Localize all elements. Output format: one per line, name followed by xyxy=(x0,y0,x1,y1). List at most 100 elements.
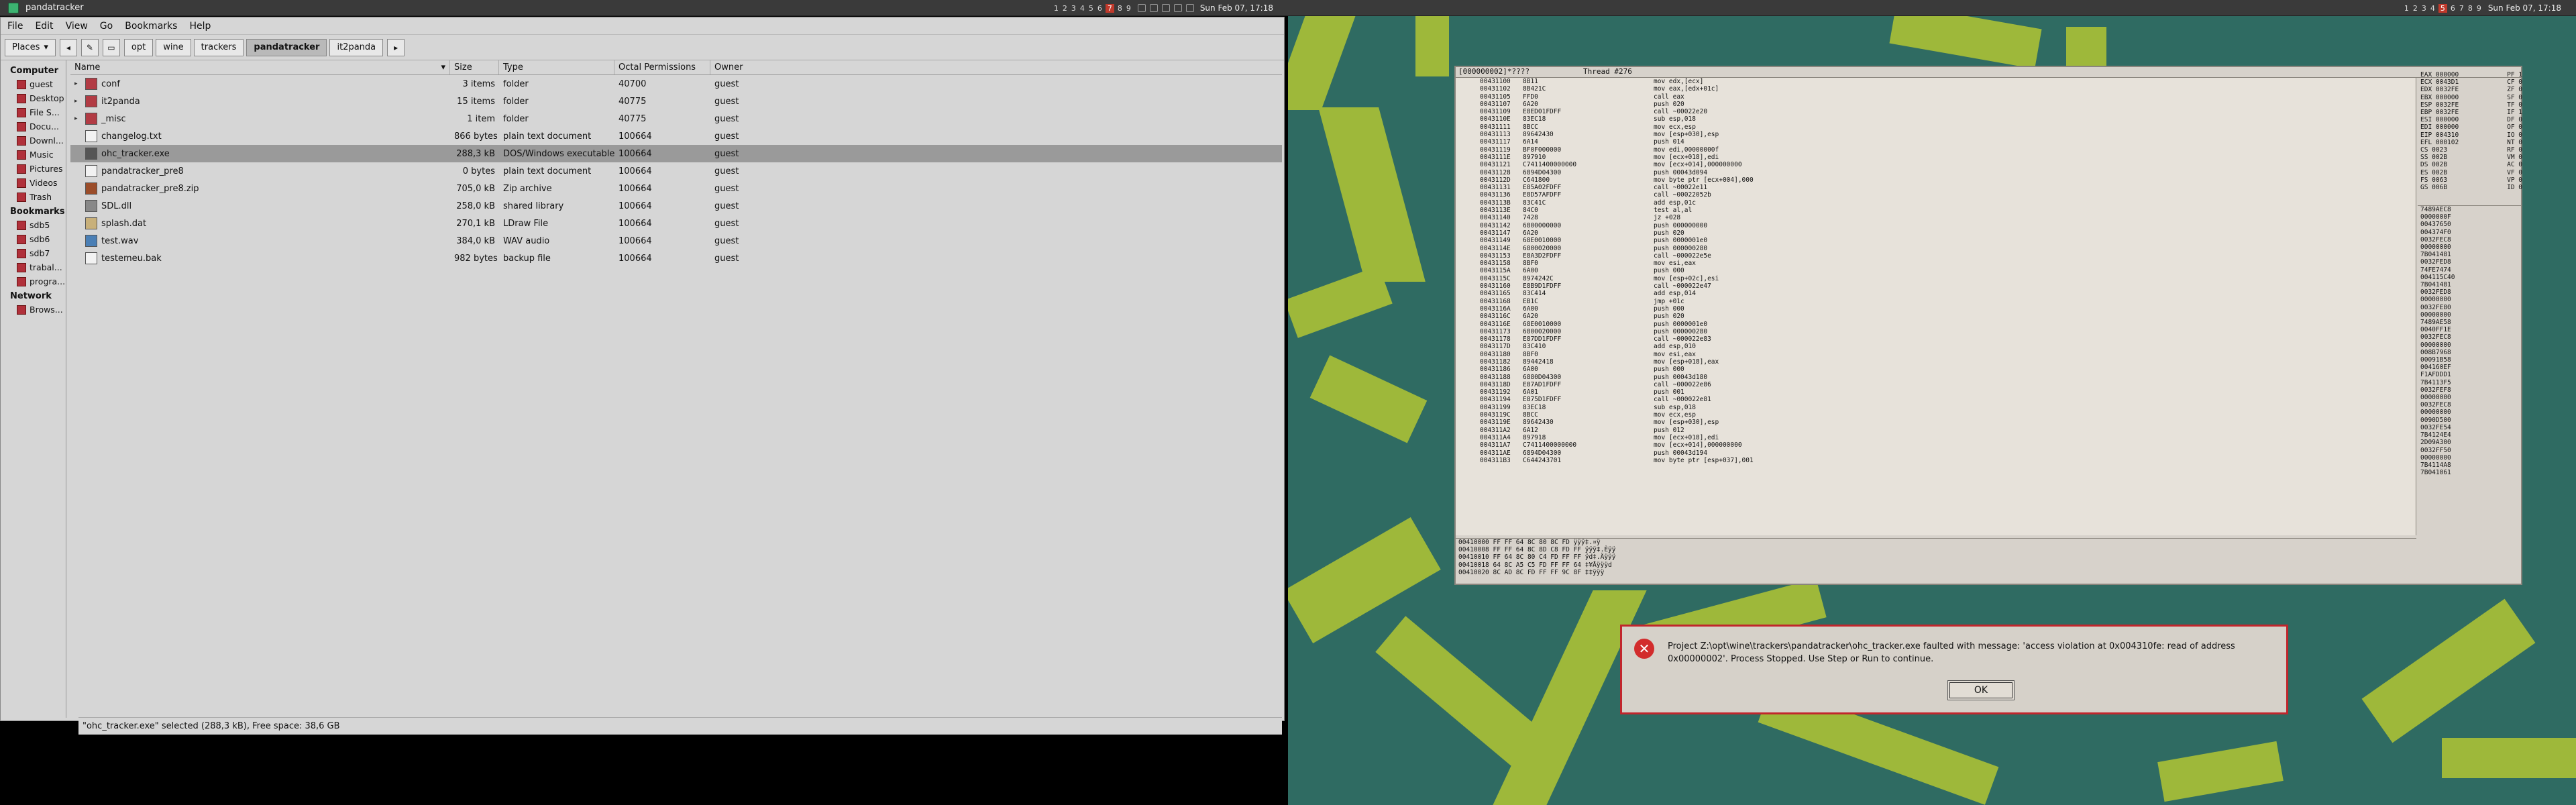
workspace-4[interactable]: 4 xyxy=(1079,4,1085,13)
disasm-line[interactable]: 00431149 68E0010000 push 0000001e0 xyxy=(1456,237,2416,244)
expander-icon[interactable]: ▸ xyxy=(74,98,81,105)
disasm-line[interactable]: 004311AE 6894D04300 push 00043d194 xyxy=(1456,449,2416,457)
disasm-line[interactable]: 0043119E 89642430 mov [esp+030],esp xyxy=(1456,419,2416,426)
file-row[interactable]: changelog.txt 866 bytes plain text documen… xyxy=(70,127,1282,145)
disasm-line[interactable]: 00431119 BF0F000000 mov edi,00000000f xyxy=(1456,146,2416,154)
update-icon[interactable] xyxy=(1185,4,1194,12)
dump-line[interactable]: 00410010 FF 64 8C 80 C4 FD FF FF ÿd‡.Äÿÿ… xyxy=(1456,553,2416,561)
register-line[interactable]: ECX 0043D1 CF 0 xyxy=(2418,78,2522,86)
disasm-line[interactable]: 00431102 8B421C mov eax,[edx+01c] xyxy=(1456,85,2416,93)
register-line[interactable]: EDI 000000 OF 0 xyxy=(2418,123,2522,131)
stack-entry[interactable]: 00091B58 xyxy=(2418,356,2522,364)
register-line[interactable]: DS 002B AC 0 xyxy=(2418,161,2522,168)
file-row[interactable]: splash.dat 270,1 kB LDraw File 100664 guest xyxy=(70,215,1282,232)
register-line[interactable]: EIP 004310 IO 0 xyxy=(2418,131,2522,139)
disasm-line[interactable]: 00431194 E875D1FDFF call ~000022e81 xyxy=(1456,396,2416,403)
sidebar-item-network-0[interactable]: Brows... xyxy=(1,303,66,317)
workspace-1[interactable]: 1 xyxy=(2404,4,2410,13)
workspace-switcher[interactable]: 123456789 xyxy=(2404,3,2482,13)
col-name[interactable]: Name ▾ xyxy=(70,60,450,74)
disasm-line[interactable]: 00431178 E87DD1FDFF call ~000022e83 xyxy=(1456,335,2416,343)
file-row[interactable]: ▸ conf 3 items folder 40700 guest xyxy=(70,75,1282,93)
stack-entry[interactable]: 0000000F xyxy=(2418,213,2522,221)
stack-entry[interactable]: 0032FE54 xyxy=(2418,424,2522,431)
sidebar-item-bookmarks-2[interactable]: sdb7 xyxy=(1,246,66,260)
dump-line[interactable]: 00410000 FF FF 64 8C 80 8C FD ÿÿÿ‡.¤ÿ xyxy=(1456,539,2416,546)
disasm-line[interactable]: 00431186 6A00 push 000 xyxy=(1456,366,2416,373)
file-row[interactable]: ▸ it2panda 15 items folder 40775 guest xyxy=(70,93,1282,110)
disasm-line[interactable]: 0043112D C641800 mov byte ptr [ecx+004],00… xyxy=(1456,176,2416,184)
sidebar-item-computer-0[interactable]: guest xyxy=(1,77,66,91)
stack-entry[interactable]: 00000000 xyxy=(2418,244,2522,251)
disasm-line[interactable]: 00431142 6800000000 push 000000000 xyxy=(1456,222,2416,229)
disasm-line[interactable]: 0043117D 83C410 add esp,010 xyxy=(1456,343,2416,350)
register-line[interactable]: EDX 0032FE ZF 0 xyxy=(2418,86,2522,93)
drive-icon[interactable]: ▭ xyxy=(102,38,120,56)
disasm-line[interactable]: 00431188 6880D04300 push 00043d180 xyxy=(1456,374,2416,381)
sidebar-item-computer-8[interactable]: Trash xyxy=(1,190,66,204)
crumb-opt[interactable]: opt xyxy=(123,38,154,56)
menu-go[interactable]: Go xyxy=(100,21,113,32)
menu-bookmarks[interactable]: Bookmarks xyxy=(125,21,177,32)
stack-pane[interactable]: 7489AEC8 0000000F 00437650 004374F0 0032FEC8… xyxy=(2418,205,2522,569)
disasm-line[interactable]: 00431121 C7411400000000 mov [ecx+014],0000… xyxy=(1456,161,2416,168)
disasm-line[interactable]: 0043116E 68E0010000 push 0000001e0 xyxy=(1456,321,2416,328)
sidebar-item-computer-4[interactable]: Downl... xyxy=(1,133,66,148)
forward-icon[interactable]: ▸ xyxy=(387,38,405,56)
workspace-8[interactable]: 8 xyxy=(2467,4,2473,13)
stack-entry[interactable]: 004160EF xyxy=(2418,364,2522,371)
disasm-line[interactable]: 004311A7 C7411400000000 mov [ecx+014],0000… xyxy=(1456,441,2416,449)
disasm-line[interactable]: 004311B3 C644243701 mov byte ptr [esp+037]… xyxy=(1456,457,2416,464)
disasm-line[interactable]: 00431111 8BCC mov ecx,esp xyxy=(1456,123,2416,131)
clock[interactable]: Sun Feb 07, 17:18 xyxy=(2488,3,2561,13)
workspace-5[interactable]: 5 xyxy=(2438,3,2447,13)
sidebar-item-computer-5[interactable]: Music xyxy=(1,148,66,162)
register-line[interactable]: GS 006B ID 0 xyxy=(2418,184,2522,191)
disasm-line[interactable]: 00431180 8BF0 mov esi,eax xyxy=(1456,351,2416,358)
edit-path-icon[interactable]: ✎ xyxy=(80,38,99,56)
stack-entry[interactable]: 0032FEF8 xyxy=(2418,386,2522,394)
window-title[interactable]: pandatracker xyxy=(25,3,84,13)
stack-entry[interactable]: 00000000 xyxy=(2418,409,2522,416)
registers-pane[interactable]: EAX 000000 PF 1 ECX 0043D1 CF 0 EDX 0032FE ZF… xyxy=(2418,71,2522,205)
crumb-trackers[interactable]: trackers xyxy=(193,38,244,56)
stack-entry[interactable]: 0032FEC8 xyxy=(2418,333,2522,341)
system-tray[interactable] xyxy=(1137,4,1194,12)
disasm-line[interactable]: 00431173 6800020000 push 000000280 xyxy=(1456,328,2416,335)
expander-icon[interactable]: ▸ xyxy=(74,115,81,122)
stack-entry[interactable]: 7B4124E4 xyxy=(2418,431,2522,439)
disasm-line[interactable]: 0043115A 6A00 push 000 xyxy=(1456,267,2416,274)
back-icon[interactable]: ◂ xyxy=(59,38,77,56)
stack-entry[interactable]: 0032FED8 xyxy=(2418,288,2522,296)
sidebar-item-computer-6[interactable]: Pictures xyxy=(1,162,66,176)
stack-entry[interactable]: 7489AE58 xyxy=(2418,319,2522,326)
register-line[interactable]: ESP 0032FE TF 0 xyxy=(2418,101,2522,109)
file-row[interactable]: testemeu.bak 982 bytes backup file 100664 gu… xyxy=(70,250,1282,267)
register-line[interactable]: ES 002B VF 0 xyxy=(2418,169,2522,176)
stack-entry[interactable]: 7B4113F5 xyxy=(2418,379,2522,386)
disasm-line[interactable]: 0043116A 6A00 push 000 xyxy=(1456,305,2416,313)
stack-entry[interactable]: 0090D500 xyxy=(2418,417,2522,424)
disasm-line[interactable]: 00431109 E8ED01FDFF call ~00022e20 xyxy=(1456,108,2416,115)
workspace-2[interactable]: 2 xyxy=(1062,4,1068,13)
dump-line[interactable]: 00410008 FF FF 64 8C 8D C8 FD FF ÿÿÿ‡.Èÿ… xyxy=(1456,546,2416,553)
stack-entry[interactable]: 7489AEC8 xyxy=(2418,206,2522,213)
dump-line[interactable]: 00410020 8C AD 8C FD FF FF 9C 8F ‡­‡ÿÿÿ xyxy=(1456,569,2416,576)
register-line[interactable]: EAX 000000 PF 1 xyxy=(2418,71,2522,78)
register-line[interactable]: SS 002B VM 0 xyxy=(2418,154,2522,161)
workspace-1[interactable]: 1 xyxy=(1053,4,1059,13)
workspace-3[interactable]: 3 xyxy=(2421,4,2427,13)
disasm-line[interactable]: 00431158 8BF0 mov esi,eax xyxy=(1456,260,2416,267)
sidebar-item-computer-1[interactable]: Desktop xyxy=(1,91,66,105)
stack-entry[interactable]: 008B7968 xyxy=(2418,349,2522,356)
file-row[interactable]: pandatracker_pre8 0 bytes plain text docum… xyxy=(70,162,1282,180)
battery-icon[interactable] xyxy=(1161,4,1170,12)
disasm-line[interactable]: 00431168 EB1C jmp +01c xyxy=(1456,298,2416,305)
file-row[interactable]: pandatracker_pre8.zip 705,0 kB Zip archive… xyxy=(70,180,1282,197)
workspace-2[interactable]: 2 xyxy=(2412,4,2418,13)
workspace-9[interactable]: 9 xyxy=(1126,4,1132,13)
memory-dump-pane[interactable]: 00410000 FF FF 64 8C 80 8C FD ÿÿÿ‡.¤ÿ 004… xyxy=(1456,538,2416,584)
stack-entry[interactable]: 00000000 xyxy=(2418,341,2522,349)
stack-entry[interactable]: 7B041481 xyxy=(2418,281,2522,288)
stack-entry[interactable]: 0032FEC8 xyxy=(2418,401,2522,409)
